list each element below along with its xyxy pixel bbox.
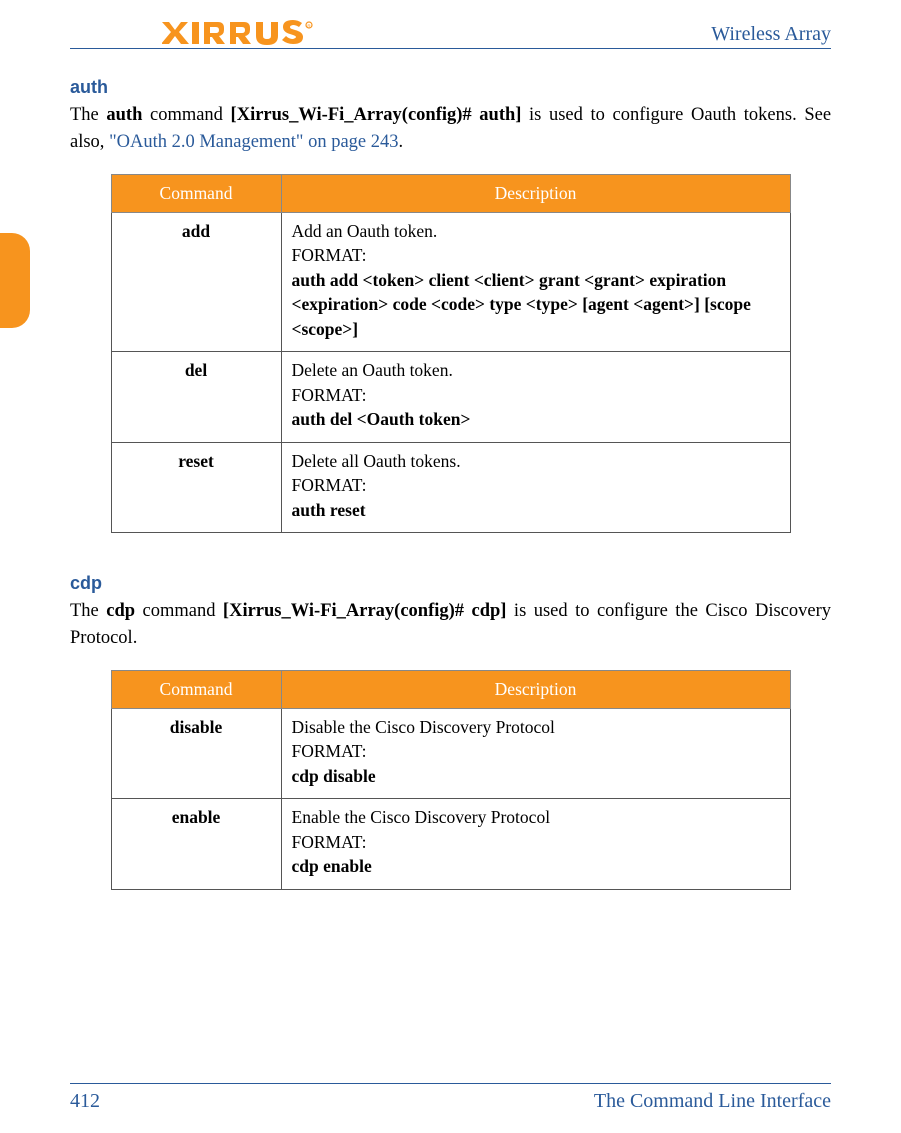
table-row: enable Enable the Cisco Discovery Protoc… [111,799,790,890]
page-header: R Wireless Array [70,20,831,49]
auth-intro-paragraph: The auth command [Xirrus_Wi-Fi_Array(con… [70,102,831,156]
cmd-desc: Disable the Cisco Discovery Protocol FOR… [281,708,790,799]
table-header-command: Command [111,174,281,212]
xref-oauth-management[interactable]: "OAuth 2.0 Management" on page 243 [109,132,398,152]
cdp-intro-paragraph: The cdp command [Xirrus_Wi-Fi_Array(conf… [70,598,831,652]
chapter-title: The Command Line Interface [594,1090,831,1113]
cmd-name: reset [111,442,281,533]
cmd-desc: Delete an Oauth token. FORMAT: auth del … [281,352,790,443]
cmd-name: disable [111,708,281,799]
table-row: add Add an Oauth token. FORMAT: auth add… [111,212,790,352]
table-header-description: Description [281,174,790,212]
auth-command-table: Command Description add Add an Oauth tok… [111,174,791,534]
table-row: del Delete an Oauth token. FORMAT: auth … [111,352,790,443]
section-heading-cdp: cdp [70,573,831,594]
cmd-desc: Add an Oauth token. FORMAT: auth add <to… [281,212,790,352]
page-footer: 412 The Command Line Interface [70,1083,831,1113]
cmd-name: enable [111,799,281,890]
table-header-command: Command [111,670,281,708]
side-tab [0,233,30,328]
cdp-command-table: Command Description disable Disable the … [111,670,791,890]
cmd-desc: Delete all Oauth tokens. FORMAT: auth re… [281,442,790,533]
header-product-name: Wireless Array [711,23,831,46]
section-heading-auth: auth [70,77,831,98]
table-row: disable Disable the Cisco Discovery Prot… [111,708,790,799]
cmd-name: add [111,212,281,352]
table-row: reset Delete all Oauth tokens. FORMAT: a… [111,442,790,533]
page-number: 412 [70,1090,100,1113]
cmd-desc: Enable the Cisco Discovery Protocol FORM… [281,799,790,890]
xirrus-logo: R [70,20,317,46]
table-header-description: Description [281,670,790,708]
cmd-name: del [111,352,281,443]
